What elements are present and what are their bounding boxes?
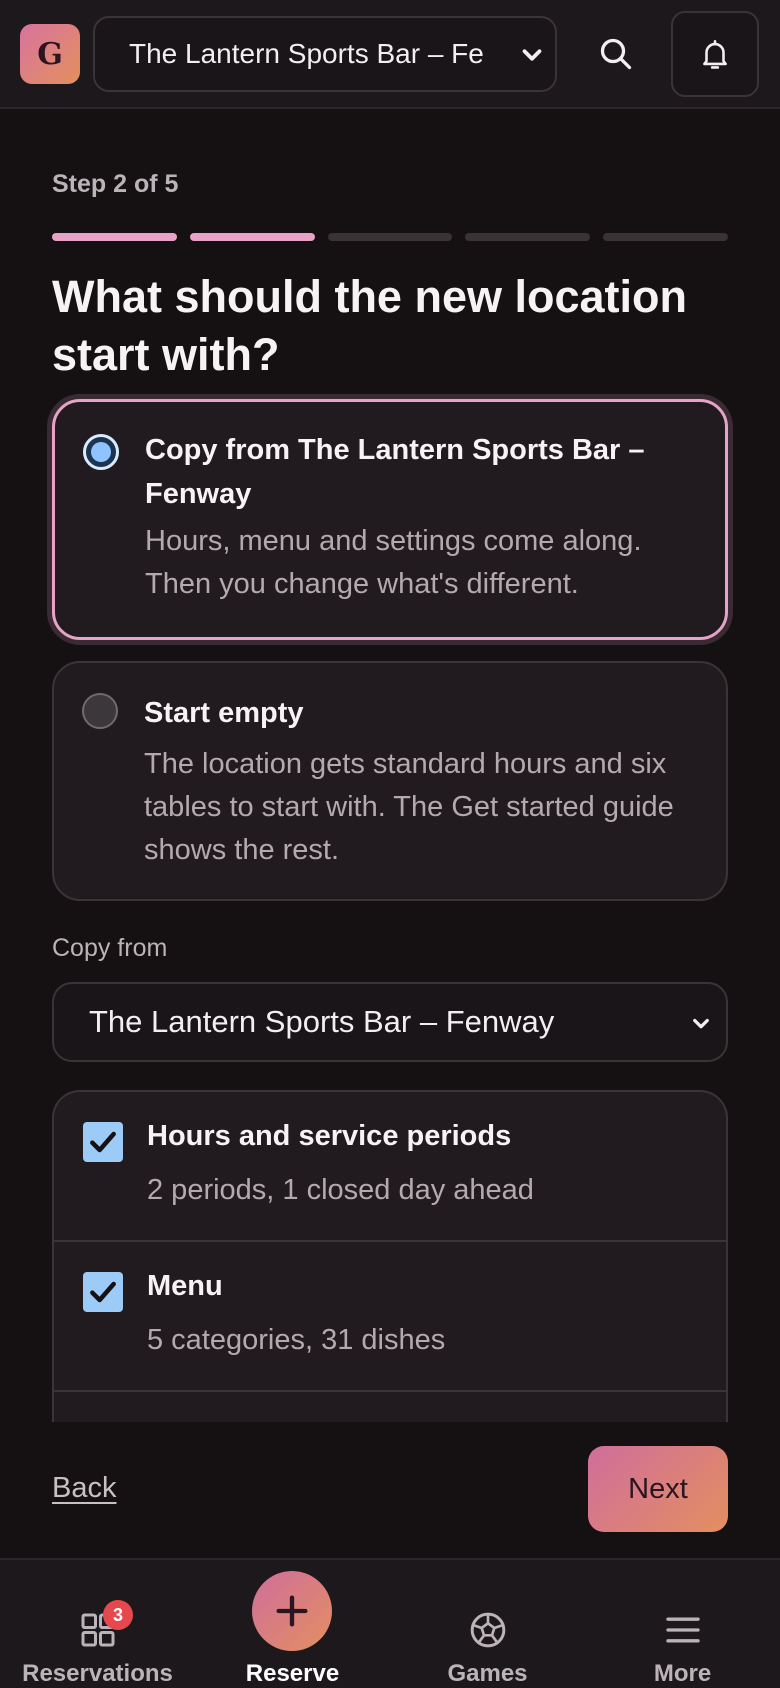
app-root: G The Lantern Sports Bar – Fe Step 2 of … <box>0 0 780 1688</box>
copy-from-label: Copy from <box>52 934 168 962</box>
copy-from-select[interactable]: The Lantern Sports Bar – Fenway <box>52 982 728 1062</box>
check-icon <box>90 1281 116 1303</box>
option-description: The location gets standard hours and six… <box>144 748 674 866</box>
search-button[interactable] <box>592 30 640 78</box>
progress-segment <box>327 233 453 241</box>
top-bar: G The Lantern Sports Bar – Fe <box>0 0 780 109</box>
radio-start-empty[interactable] <box>82 693 118 729</box>
bell-icon <box>703 39 727 69</box>
nav-label: Reserve <box>245 1660 340 1687</box>
chevron-down-icon <box>522 49 542 61</box>
progress-segment <box>189 233 315 241</box>
option-copy-existing[interactable]: Copy from The Lantern Sports Bar – Fenwa… <box>52 399 728 640</box>
nav-item-reservations[interactable]: 3 Reservations <box>0 1560 195 1688</box>
option-title: Copy from The Lantern Sports Bar – Fenwa… <box>145 434 645 510</box>
nav-label: Reservations <box>22 1660 173 1687</box>
nav-item-more[interactable]: More <box>585 1560 780 1688</box>
radio-copy-existing[interactable] <box>83 434 119 470</box>
step-indicator: Step 2 of 5 <box>52 170 179 198</box>
option-title: Start empty <box>144 697 304 729</box>
soccer-ball-icon <box>470 1612 505 1648</box>
progress-segment <box>603 233 728 241</box>
copy-from-value: The Lantern Sports Bar – Fenway <box>89 1004 555 1039</box>
item-title: Hours and service periods <box>147 1120 512 1152</box>
item-title: Menu <box>147 1270 223 1302</box>
next-button[interactable]: Next <box>588 1446 728 1532</box>
progress-segment <box>52 233 177 241</box>
option-description: Hours, menu and settings come along. The… <box>145 525 642 600</box>
checkbox-hours[interactable] <box>83 1122 123 1162</box>
page-title: What should the new location start with? <box>52 271 687 380</box>
app-logo[interactable]: G <box>20 24 80 84</box>
list-item[interactable]: Hours and service periods 2 periods, 1 c… <box>54 1092 726 1242</box>
bottom-nav: 3 Reservations Reserve Games More <box>0 1558 780 1688</box>
reserve-fab-button[interactable] <box>252 1571 332 1651</box>
nav-item-games[interactable]: Games <box>390 1560 585 1688</box>
item-subtitle: 5 categories, 31 dishes <box>147 1324 446 1356</box>
item-subtitle: 2 periods, 1 closed day ahead <box>147 1174 534 1206</box>
check-icon <box>90 1131 116 1153</box>
search-icon <box>600 38 632 70</box>
checkbox-menu[interactable] <box>83 1272 123 1312</box>
nav-label: Games <box>447 1660 528 1687</box>
back-link[interactable]: Back <box>52 1472 116 1505</box>
nav-label: More <box>653 1660 712 1687</box>
notification-badge: 3 <box>103 1600 133 1630</box>
notifications-button[interactable] <box>671 11 759 97</box>
menu-icon <box>665 1617 700 1643</box>
option-start-empty[interactable]: Start empty The location gets standard h… <box>52 661 728 901</box>
progress-segment <box>465 233 591 241</box>
progress-bar <box>52 233 728 241</box>
copy-items-list: Hours and service periods 2 periods, 1 c… <box>52 1090 728 1422</box>
plus-icon <box>276 1595 308 1627</box>
chevron-down-icon <box>693 1018 709 1029</box>
location-select-value: The Lantern Sports Bar – Fe <box>129 38 484 69</box>
location-select[interactable]: The Lantern Sports Bar – Fe <box>93 16 557 92</box>
list-item[interactable]: Menu 5 categories, 31 dishes <box>54 1242 726 1392</box>
